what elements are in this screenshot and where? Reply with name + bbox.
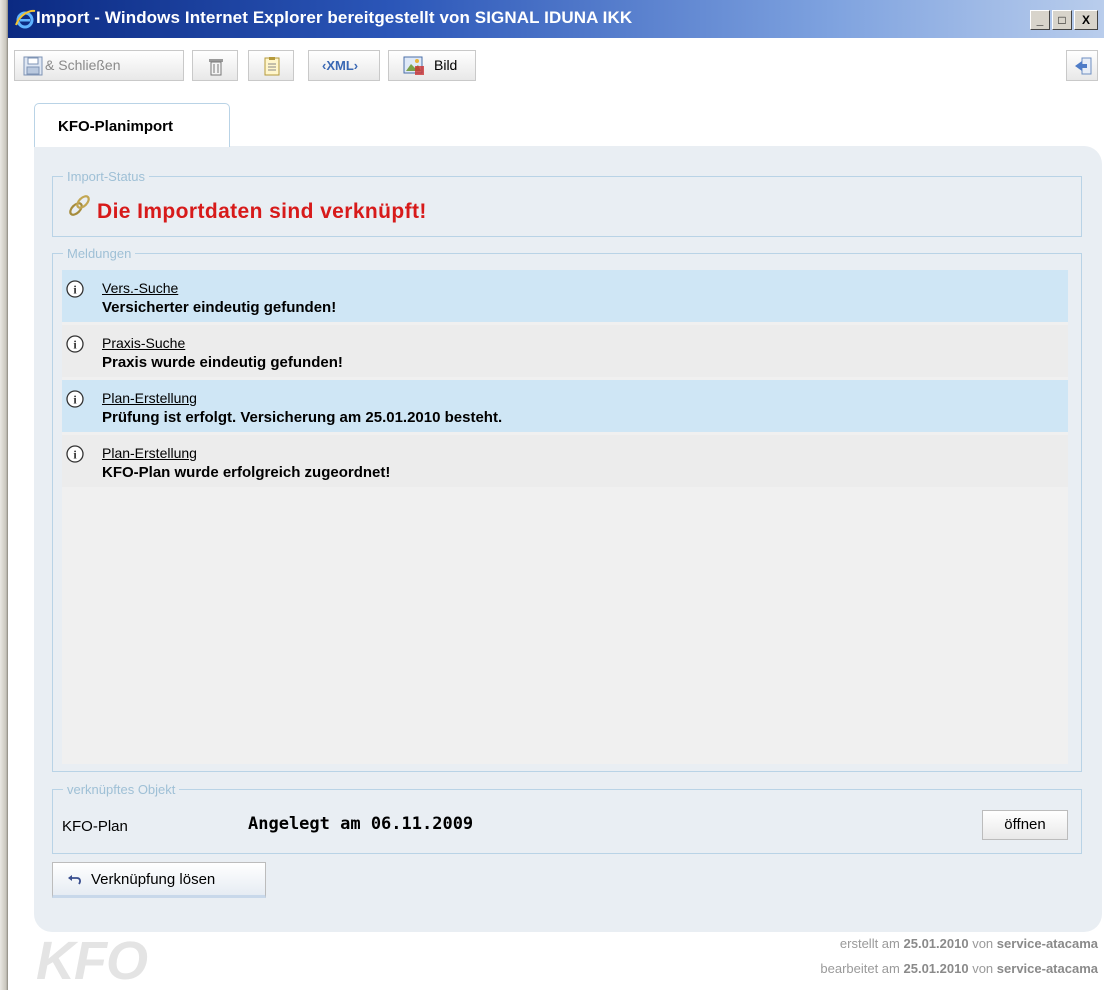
messages-list: i Vers.-Suche Versicherter eindeutig gef… [62, 270, 1068, 764]
created-by: service-atacama [996, 936, 1098, 951]
chain-link-icon [69, 195, 90, 216]
message-text: Versicherter eindeutig gefunden! [102, 299, 337, 316]
trash-icon [209, 59, 223, 76]
window-left-frame [0, 0, 8, 990]
edited-by: service-atacama [996, 961, 1098, 976]
open-button[interactable]: öffnen [982, 810, 1068, 840]
internet-explorer-icon [15, 9, 36, 29]
created-by-prefix: von [972, 936, 994, 951]
xml-icon: ‹XML› [322, 58, 359, 73]
edited-by-prefix: von [972, 961, 994, 976]
close-button[interactable]: X [1074, 10, 1098, 30]
unlink-label: Verknüpfung lösen [91, 871, 216, 888]
message-source-link[interactable]: Plan-Erstellung [102, 390, 197, 406]
exit-icon [1075, 57, 1092, 75]
xml-button[interactable]: ‹XML› [308, 50, 380, 81]
list-item: i Plan-Erstellung KFO-Plan wurde erfolgr… [62, 435, 1068, 487]
linked-object-legend: verknüpftes Objekt [67, 782, 176, 797]
message-text: Praxis wurde eindeutig gefunden! [102, 354, 343, 371]
linked-object-group: verknüpftes Objekt [52, 782, 1082, 854]
tab-kfo-planimport[interactable]: KFO-Planimport [34, 103, 230, 147]
delete-button[interactable] [192, 50, 238, 81]
import-status-message: Die Importdaten sind verknüpft! [97, 200, 427, 223]
message-source-link[interactable]: Plan-Erstellung [102, 445, 197, 461]
edited-info: bearbeitet am 25.01.2010 von service-ata… [820, 961, 1098, 976]
message-text: KFO-Plan wurde erfolgreich zugeordnet! [102, 464, 391, 481]
clipboard-icon [264, 57, 280, 76]
list-item: i Plan-Erstellung Prüfung ist erfolgt. V… [62, 380, 1068, 432]
created-prefix: erstellt am [839, 936, 900, 951]
minimize-button[interactable]: _ [1030, 10, 1050, 30]
created-date: 25.01.2010 [903, 936, 969, 951]
linked-object-created: Angelegt am 06.11.2009 [248, 814, 474, 834]
message-text: Prüfung ist erfolgt. Versicherung am 25.… [102, 409, 503, 426]
linked-object-type: KFO-Plan [62, 818, 128, 835]
image-icon [403, 56, 424, 75]
bild-label: Bild [434, 57, 458, 73]
message-source-link[interactable]: Vers.-Suche [102, 280, 178, 296]
list-item: i Praxis-Suche Praxis wurde eindeutig ge… [62, 325, 1068, 377]
save-close-button[interactable]: & Schließen [14, 50, 184, 81]
bild-button[interactable]: Bild [388, 50, 476, 81]
edited-prefix: bearbeitet am [820, 961, 900, 976]
list-item: i Vers.-Suche Versicherter eindeutig gef… [62, 270, 1068, 322]
meldungen-legend: Meldungen [67, 246, 132, 261]
info-icon: i [66, 445, 84, 463]
info-icon: i [66, 280, 84, 298]
info-icon: i [66, 335, 84, 353]
save-icon [23, 56, 43, 76]
notes-button[interactable] [248, 50, 294, 81]
window-titlebar[interactable]: Import - Windows Internet Explorer berei… [8, 0, 1104, 38]
window-title: Import - Windows Internet Explorer berei… [36, 8, 633, 27]
info-icon: i [66, 390, 84, 408]
edited-date: 25.01.2010 [903, 961, 969, 976]
unlink-button[interactable]: Verknüpfung lösen [52, 862, 266, 898]
save-close-label: & Schließen [45, 57, 121, 73]
toolbar: & Schließen ‹XML› Bild [8, 38, 1104, 100]
created-info: erstellt am 25.01.2010 von service-ataca… [840, 936, 1098, 951]
maximize-button[interactable]: □ [1052, 10, 1072, 30]
undo-arrow-icon [68, 875, 81, 885]
exit-button[interactable] [1066, 50, 1098, 81]
import-status-legend: Import-Status [67, 169, 146, 184]
kfo-watermark-logo: KFO [36, 931, 148, 991]
message-source-link[interactable]: Praxis-Suche [102, 335, 185, 351]
